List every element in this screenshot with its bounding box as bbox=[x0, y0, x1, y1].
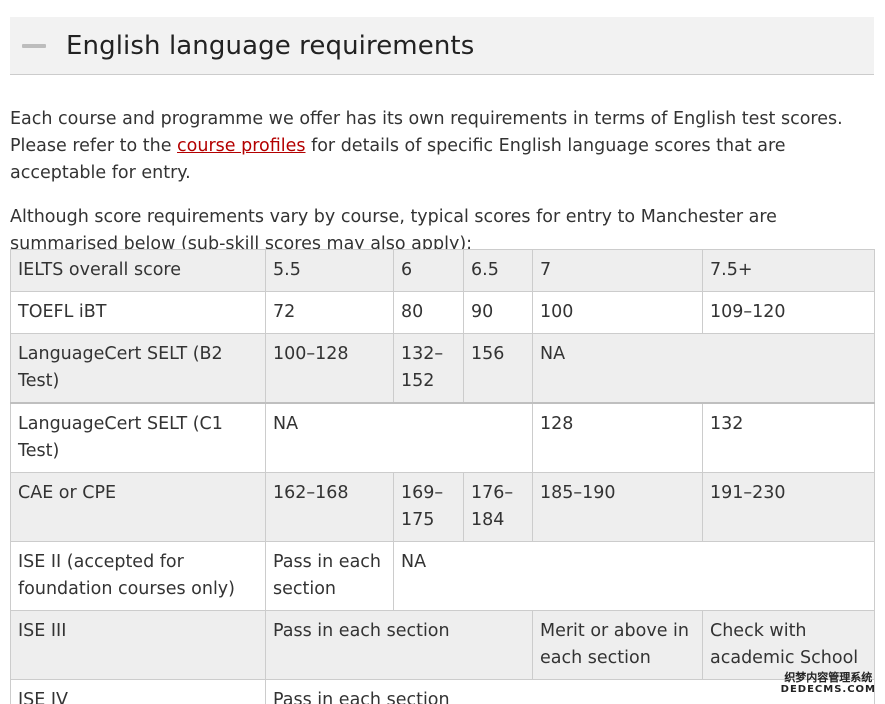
row-label: ISE II (accepted for foundation courses … bbox=[10, 541, 266, 611]
table-cell: 132–152 bbox=[393, 333, 464, 404]
collapse-minus-icon[interactable] bbox=[22, 43, 46, 48]
row-label: TOEFL iBT bbox=[10, 291, 266, 334]
table-row-languagecert-b2: LanguageCert SELT (B2 Test) 100–128 132–… bbox=[10, 333, 875, 404]
table-cell: 100 bbox=[532, 291, 703, 334]
watermark-top-text: 织梦内容管理系统 bbox=[784, 671, 873, 684]
course-profiles-link[interactable]: course profiles bbox=[177, 136, 305, 156]
table-row-ise-2: ISE II (accepted for foundation courses … bbox=[10, 541, 875, 611]
row-label: LanguageCert SELT (B2 Test) bbox=[10, 333, 266, 404]
table-cell: Check with academic School bbox=[702, 610, 875, 680]
table-cell: 90 bbox=[463, 291, 533, 334]
table-cell: NA bbox=[393, 541, 875, 611]
table-cell: 72 bbox=[265, 291, 394, 334]
table-cell: NA bbox=[532, 333, 875, 404]
table-row-ielts: IELTS overall score 5.5 6 6.5 7 7.5+ bbox=[10, 249, 875, 292]
watermark: 织梦内容管理系统 DEDECMS.COM bbox=[781, 672, 876, 696]
table-cell: 6 bbox=[393, 249, 464, 292]
table-row-toefl: TOEFL iBT 72 80 90 100 109–120 bbox=[10, 291, 875, 334]
section-title: English language requirements bbox=[66, 30, 475, 61]
intro-paragraph-1: Each course and programme we offer has i… bbox=[10, 106, 874, 187]
row-label: IELTS overall score bbox=[10, 249, 266, 292]
table-cell: 162–168 bbox=[265, 472, 394, 542]
table-cell: Pass in each section bbox=[265, 610, 533, 680]
table-cell: 185–190 bbox=[532, 472, 703, 542]
accordion-header[interactable]: English language requirements bbox=[10, 17, 874, 75]
table-cell: 6.5 bbox=[463, 249, 533, 292]
table-cell: 132 bbox=[702, 402, 875, 473]
table-cell: Pass in each section bbox=[265, 541, 394, 611]
watermark-bottom-text: DEDECMS.COM bbox=[780, 684, 876, 695]
table-row-ise-4: ISE IV Pass in each section bbox=[10, 679, 875, 704]
row-label: CAE or CPE bbox=[10, 472, 266, 542]
row-label: LanguageCert SELT (C1 Test) bbox=[10, 402, 266, 473]
table-cell: 191–230 bbox=[702, 472, 875, 542]
table-cell: NA bbox=[265, 402, 533, 473]
table-cell: 109–120 bbox=[702, 291, 875, 334]
intro-content: Each course and programme we offer has i… bbox=[10, 106, 874, 258]
table-cell: 7.5+ bbox=[702, 249, 875, 292]
english-requirements-table: IELTS overall score 5.5 6 6.5 7 7.5+ TOE… bbox=[10, 249, 875, 704]
table-cell: 100–128 bbox=[265, 333, 394, 404]
table-row-cae-cpe: CAE or CPE 162–168 169–175 176–184 185–1… bbox=[10, 472, 875, 542]
table-row-ise-3: ISE III Pass in each section Merit or ab… bbox=[10, 610, 875, 680]
table-cell: 128 bbox=[532, 402, 703, 473]
table-cell: 80 bbox=[393, 291, 464, 334]
table-cell: 176–184 bbox=[463, 472, 533, 542]
row-label: ISE IV bbox=[10, 679, 266, 704]
table-cell: 7 bbox=[532, 249, 703, 292]
table-row-languagecert-c1: LanguageCert SELT (C1 Test) NA 128 132 bbox=[10, 402, 875, 473]
table-cell: 169–175 bbox=[393, 472, 464, 542]
table-cell: 156 bbox=[463, 333, 533, 404]
table-cell: 5.5 bbox=[265, 249, 394, 292]
row-label: ISE III bbox=[10, 610, 266, 680]
table-cell: Merit or above in each section bbox=[532, 610, 703, 680]
